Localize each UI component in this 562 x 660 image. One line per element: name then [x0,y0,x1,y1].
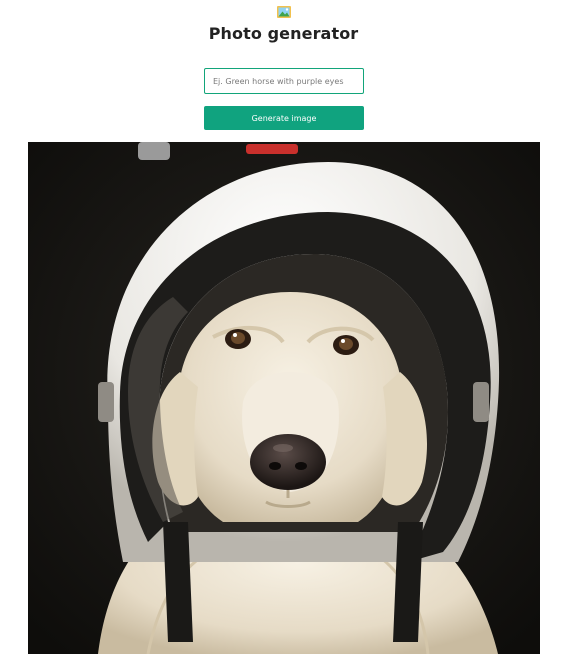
white-dog-wearing-helmet-image [28,142,540,654]
framed-picture-icon [277,6,291,18]
prompt-input[interactable] [204,68,364,94]
page-title: Photo generator [208,24,359,43]
generate-image-button[interactable]: Generate image [204,106,364,130]
